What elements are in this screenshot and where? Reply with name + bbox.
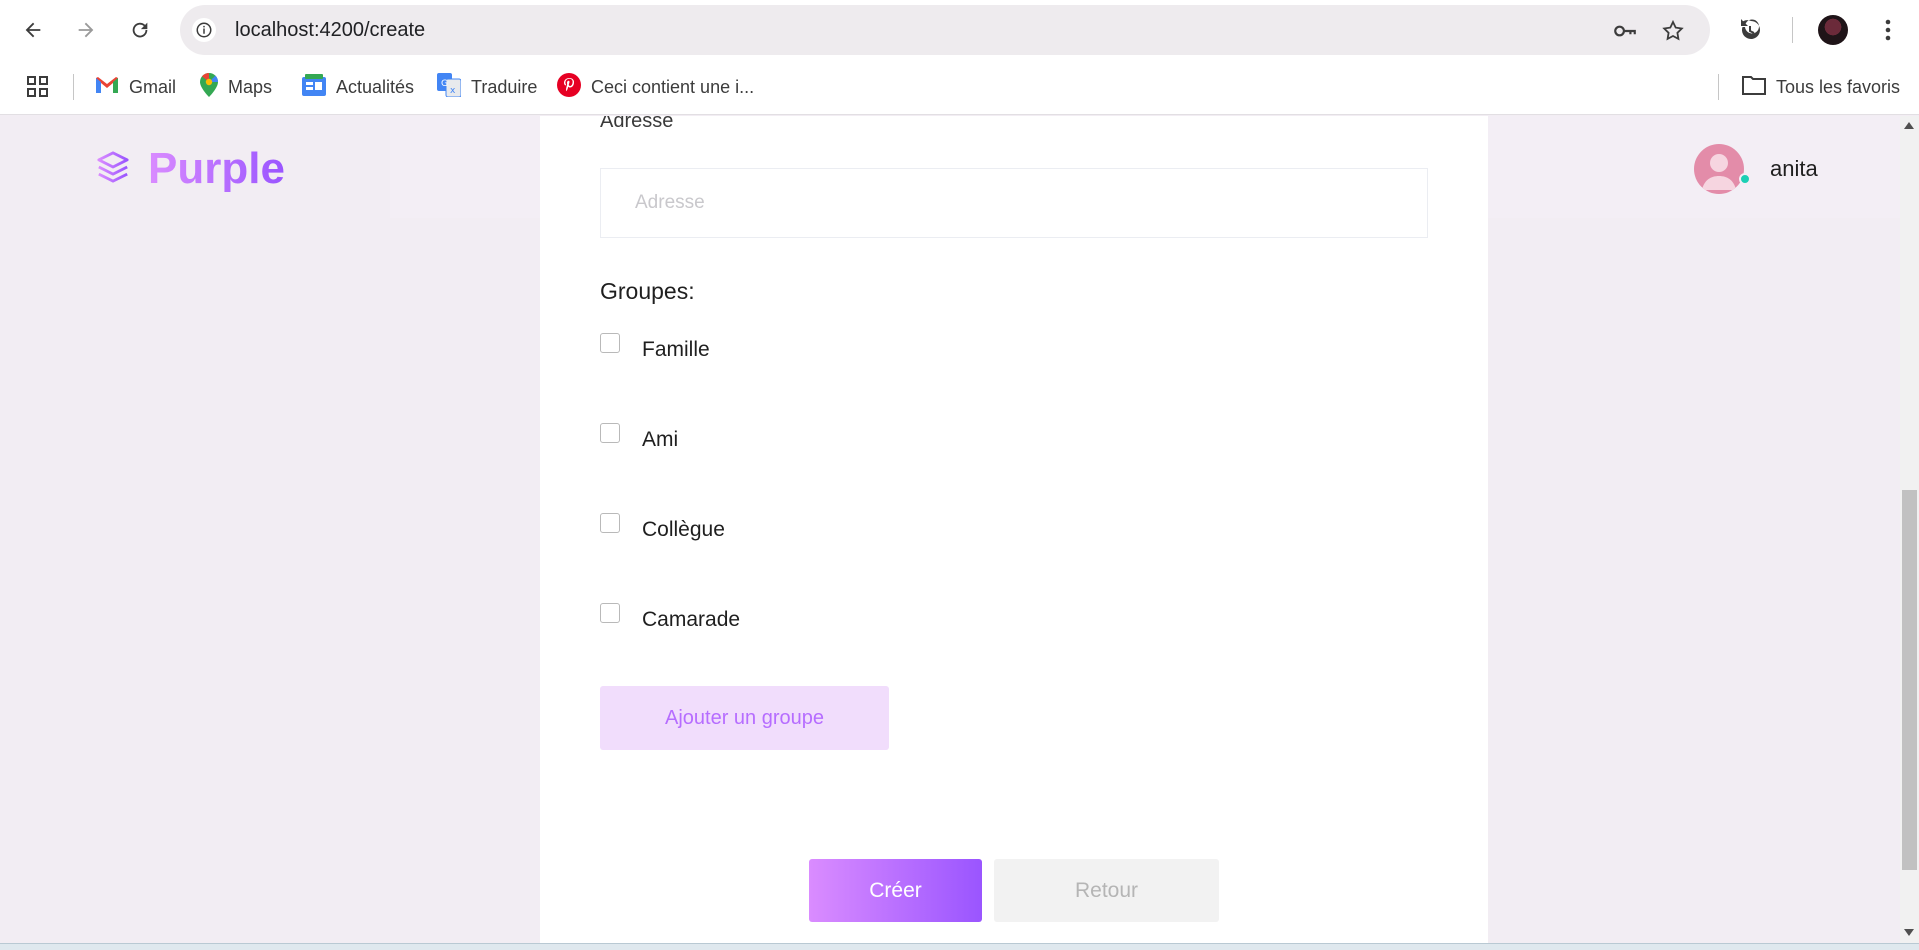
reload-icon[interactable]: [122, 12, 158, 48]
bookmark-maps[interactable]: Maps: [200, 59, 272, 115]
window-bottom-edge: [0, 943, 1919, 950]
bookmark-label: Actualités: [336, 76, 415, 97]
group-checkbox[interactable]: [600, 423, 620, 443]
group-label: Collègue: [642, 518, 725, 541]
history-icon[interactable]: [1732, 12, 1768, 48]
group-option-collegue[interactable]: Collègue: [600, 513, 725, 542]
folder-icon: [1742, 75, 1766, 100]
bookmark-separator: [1718, 74, 1719, 100]
page-content: Purple anita Adresse Groupes: Famille Am…: [0, 116, 1900, 943]
bookmark-separator: [73, 74, 74, 100]
bookmark-gmail[interactable]: Gmail: [95, 59, 176, 115]
group-option-ami[interactable]: Ami: [600, 423, 678, 452]
browser-toolbar: localhost:4200/create: [0, 0, 1919, 59]
create-button[interactable]: Créer: [809, 859, 982, 922]
bookmark-label: Gmail: [129, 76, 177, 97]
back-arrow-icon[interactable]: [15, 12, 51, 48]
user-profile[interactable]: anita: [1694, 144, 1818, 194]
group-label: Camarade: [642, 608, 741, 631]
forward-arrow-icon[interactable]: [68, 12, 104, 48]
user-avatar: [1694, 144, 1744, 194]
bookmark-traduire[interactable]: Gx Traduire: [437, 59, 537, 115]
site-info-icon[interactable]: [192, 18, 216, 42]
bookmark-label: Maps: [228, 76, 273, 97]
scroll-down-arrow-icon[interactable]: [1904, 929, 1914, 936]
group-option-camarade[interactable]: Camarade: [600, 603, 740, 632]
profile-avatar[interactable]: [1818, 15, 1848, 45]
url-host: localhost: [235, 19, 314, 41]
gmail-icon: [95, 76, 119, 99]
bookmarks-bar: Gmail Maps Actualités Gx Traduire Ceci c…: [0, 59, 1919, 115]
translate-icon: Gx: [437, 72, 462, 102]
user-name: anita: [1770, 156, 1818, 181]
bookmark-actualites[interactable]: Actualités: [302, 59, 414, 115]
group-checkbox[interactable]: [600, 603, 620, 623]
bookmark-pinterest[interactable]: Ceci contient une i...: [557, 59, 754, 115]
page-scrollbar[interactable]: [1900, 116, 1919, 943]
bookmark-label: Ceci contient une i...: [591, 76, 755, 97]
url-text: localhost:4200/create: [235, 5, 425, 55]
pinterest-icon: [557, 72, 581, 102]
group-checkbox[interactable]: [600, 513, 620, 533]
maps-icon: [200, 72, 219, 102]
brand-name: Purple: [148, 144, 285, 193]
online-status-dot: [1739, 173, 1751, 185]
all-bookmarks-label: Tous les favoris: [1776, 76, 1901, 97]
create-form-card: Adresse Groupes: Famille Ami Collègue Ca…: [540, 116, 1488, 943]
layers-icon: [96, 150, 130, 189]
all-bookmarks-folder[interactable]: Tous les favoris: [1742, 59, 1900, 115]
svg-text:G: G: [441, 79, 448, 89]
svg-text:x: x: [450, 86, 456, 96]
scrollbar-thumb[interactable]: [1902, 490, 1917, 870]
bookmark-star-icon[interactable]: [1660, 18, 1686, 44]
scroll-up-arrow-icon[interactable]: [1904, 122, 1914, 129]
toolbar-divider: [1792, 17, 1793, 43]
add-group-button[interactable]: Ajouter un groupe: [600, 686, 889, 750]
news-icon: [302, 73, 326, 101]
address-bar[interactable]: localhost:4200/create: [180, 5, 1710, 55]
back-button[interactable]: Retour: [994, 859, 1219, 922]
groups-title: Groupes:: [600, 278, 695, 304]
brand-logo[interactable]: Purple: [96, 144, 285, 194]
more-menu-icon[interactable]: [1870, 12, 1906, 48]
address-input[interactable]: [600, 168, 1428, 238]
address-label: Adresse: [600, 116, 674, 132]
url-path: :4200/create: [313, 19, 426, 41]
password-key-icon[interactable]: [1612, 18, 1638, 44]
group-label: Ami: [642, 428, 679, 451]
bookmark-label: Traduire: [471, 76, 538, 97]
group-option-famille[interactable]: Famille: [600, 333, 710, 362]
apps-grid-icon[interactable]: [27, 59, 49, 115]
group-label: Famille: [642, 338, 710, 361]
group-checkbox[interactable]: [600, 333, 620, 353]
